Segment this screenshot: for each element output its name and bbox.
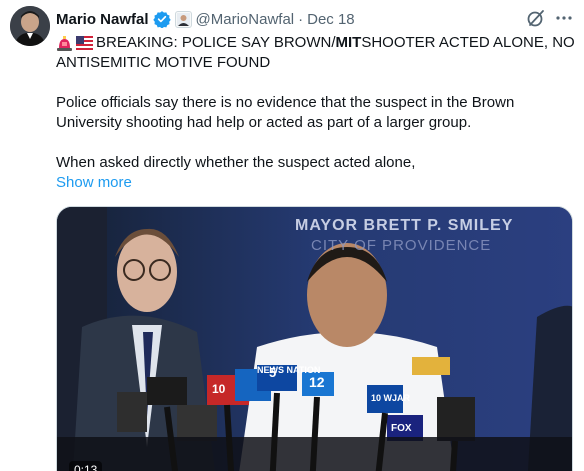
police-siren-emoji — [56, 35, 73, 51]
verified-badge-icon[interactable] — [152, 10, 171, 28]
headline-bold: MIT — [335, 34, 362, 51]
grok-icon[interactable] — [526, 8, 546, 28]
video-duration: 0:13 — [69, 461, 103, 471]
show-more-link[interactable]: Show more — [56, 173, 568, 193]
headline-line2: ANTISEMITIC MOTIVE FOUND — [56, 54, 271, 71]
separator-dot: · — [298, 10, 304, 28]
us-flag-emoji — [76, 35, 93, 51]
avatar[interactable] — [10, 6, 50, 46]
mic-label: 12 — [309, 374, 325, 390]
author-handle[interactable]: @MarioNawfal — [196, 11, 295, 28]
tweet-paragraph-1: Police officials say there is no evidenc… — [56, 94, 515, 131]
author-name[interactable]: Mario Nawfal — [56, 11, 149, 28]
video-media[interactable]: NEWS NATION 12 10 WJAR FOX 5 10 MAYOR BRETT P… — [56, 206, 573, 471]
video-banner-title: MAYOR BRETT P. SMILEY — [295, 217, 514, 234]
headline-suffix: SHOOTER ACTED ALONE, NO — [361, 34, 575, 51]
tweet-paragraph-2: When asked directly whether the suspect … — [56, 154, 416, 171]
affiliate-badge-icon[interactable] — [174, 10, 192, 28]
mic-label: 10 WJAR — [371, 393, 411, 403]
tweet-text: BREAKING: POLICE SAY BROWN/MIT SHOOTER A… — [56, 33, 575, 193]
avatar-image — [10, 6, 50, 46]
mic-label: 10 — [212, 382, 226, 396]
tweet-timestamp[interactable]: Dec 18 — [307, 11, 355, 28]
tweet-header: Mario Nawfal @MarioNawfal · Dec 18 — [56, 9, 355, 29]
headline-prefix: BREAKING: POLICE SAY BROWN/ — [96, 34, 336, 51]
tweet-headline: BREAKING: POLICE SAY BROWN/MIT SHOOTER A… — [56, 33, 575, 53]
more-options-icon[interactable] — [553, 8, 575, 28]
mic-label: 5 — [269, 365, 276, 380]
mic-label: FOX — [391, 423, 412, 434]
video-banner-subtitle: CITY OF PROVIDENCE — [311, 237, 492, 254]
